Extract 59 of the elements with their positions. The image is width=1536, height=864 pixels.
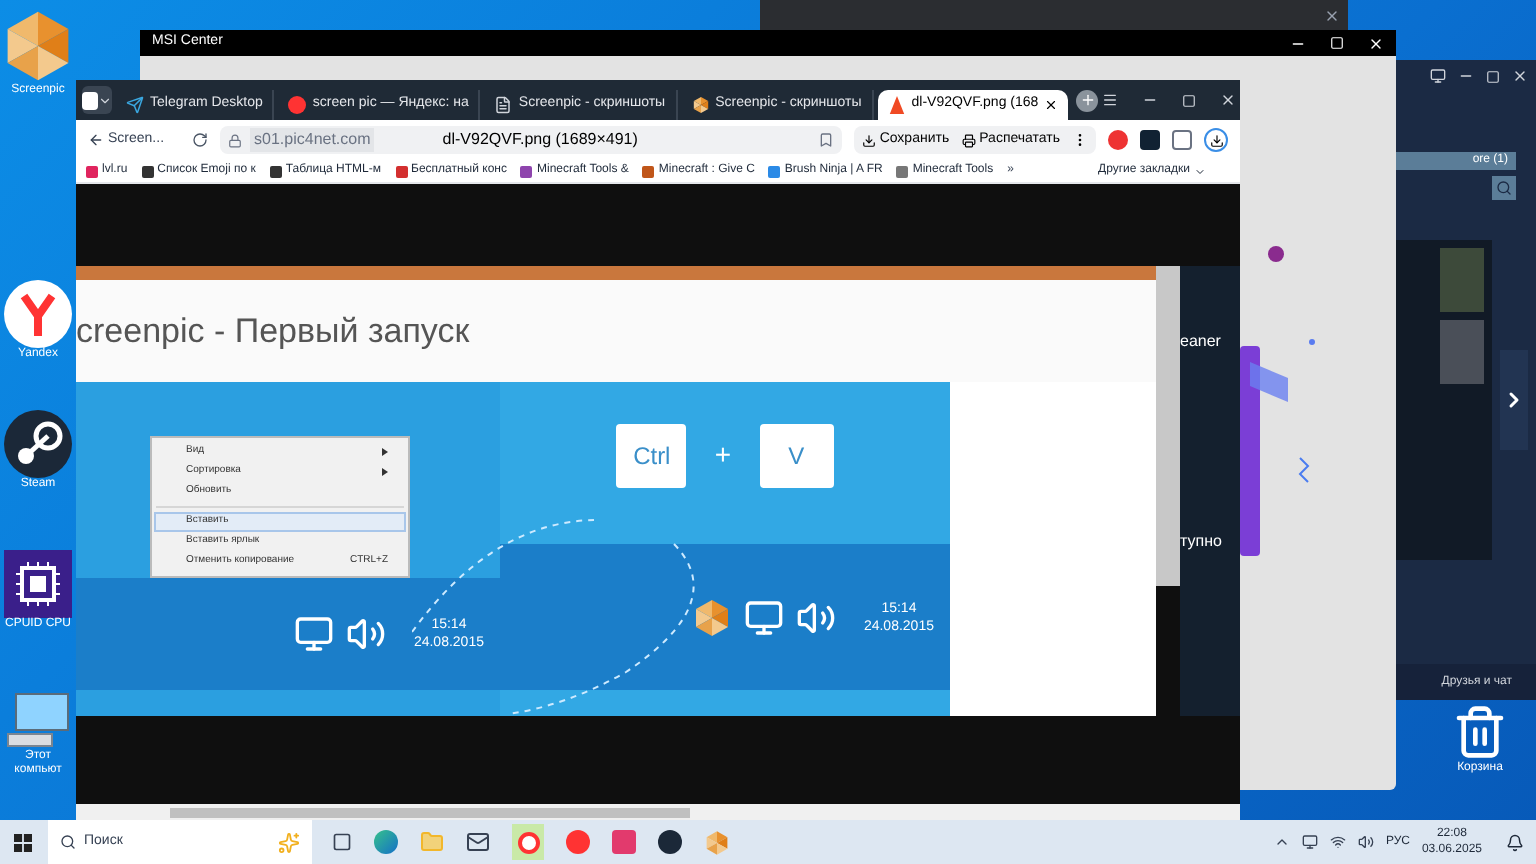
search-icon [1496, 180, 1512, 196]
scrollbar-thumb[interactable] [170, 807, 690, 817]
maximize-icon[interactable] [1182, 93, 1197, 107]
page-heading: creenpic - Первый запуск [76, 309, 470, 354]
search-button[interactable] [1492, 176, 1516, 200]
printer-icon [961, 133, 976, 147]
speaker-icon [345, 614, 386, 654]
mail-icon[interactable] [466, 830, 490, 854]
monitor-icon [293, 614, 334, 654]
computer-icon [4, 690, 72, 750]
url-text: s01.pic4net.com [250, 128, 375, 152]
chip-icon [4, 550, 72, 618]
new-tab-button[interactable] [1076, 89, 1099, 111]
search-icon [60, 834, 76, 850]
game-thumbnail [1440, 320, 1484, 384]
windows-start-icon[interactable] [14, 833, 32, 851]
speaker-icon [795, 597, 836, 637]
screenpic-logo-icon [704, 829, 730, 855]
horizontal-scrollbar[interactable] [76, 804, 1240, 820]
notification-icon[interactable] [1506, 833, 1524, 851]
next-button[interactable] [1500, 350, 1528, 450]
plus-sign: + [714, 436, 732, 474]
profile-icon [82, 91, 98, 109]
document-icon [494, 96, 513, 114]
network-icon[interactable] [1329, 834, 1346, 850]
monitor-icon[interactable] [1301, 834, 1318, 850]
chevron-down-icon [1194, 165, 1206, 177]
game-thumbnail [1440, 248, 1484, 312]
reload-icon[interactable] [192, 132, 209, 148]
keyboard-key: Ctrl [616, 423, 687, 487]
maximize-icon[interactable] [1486, 69, 1500, 83]
address-bar[interactable]: s01.pic4net.com dl-V92QVF.png (1689×491) [220, 126, 842, 154]
speaker-icon[interactable] [1357, 834, 1374, 850]
tray-overflow-icon[interactable] [1273, 834, 1290, 850]
yandex-logo-icon [4, 280, 72, 348]
profile-button[interactable] [82, 86, 112, 114]
back-arrow-icon [88, 132, 104, 148]
panel-text: eaner [1180, 330, 1223, 354]
sparkles-icon [278, 831, 300, 853]
keyboard-key: V [759, 423, 834, 487]
bookmark-icon[interactable] [817, 132, 834, 148]
downloads-button[interactable] [1204, 128, 1228, 152]
page-title: dl-V92QVF.png (1689×491) [442, 128, 638, 152]
plus-icon [1079, 92, 1096, 108]
steam-logo-icon [4, 410, 72, 478]
close-icon[interactable] [1044, 98, 1059, 112]
screenpic-logo-icon [691, 96, 710, 114]
monitor-icon[interactable] [1430, 68, 1446, 84]
panel-text: тупно [1180, 530, 1224, 554]
download-icon [861, 133, 876, 147]
download-icon [1209, 133, 1223, 147]
lock-icon [228, 133, 243, 147]
menu-icon[interactable] [1102, 92, 1119, 108]
chevron-down-icon [98, 93, 112, 107]
scrollbar[interactable] [1156, 266, 1180, 586]
paper-plane-icon [126, 96, 144, 114]
trash-can-icon [1452, 704, 1508, 760]
task-view-icon[interactable] [332, 832, 352, 852]
monitor-icon [743, 597, 784, 637]
